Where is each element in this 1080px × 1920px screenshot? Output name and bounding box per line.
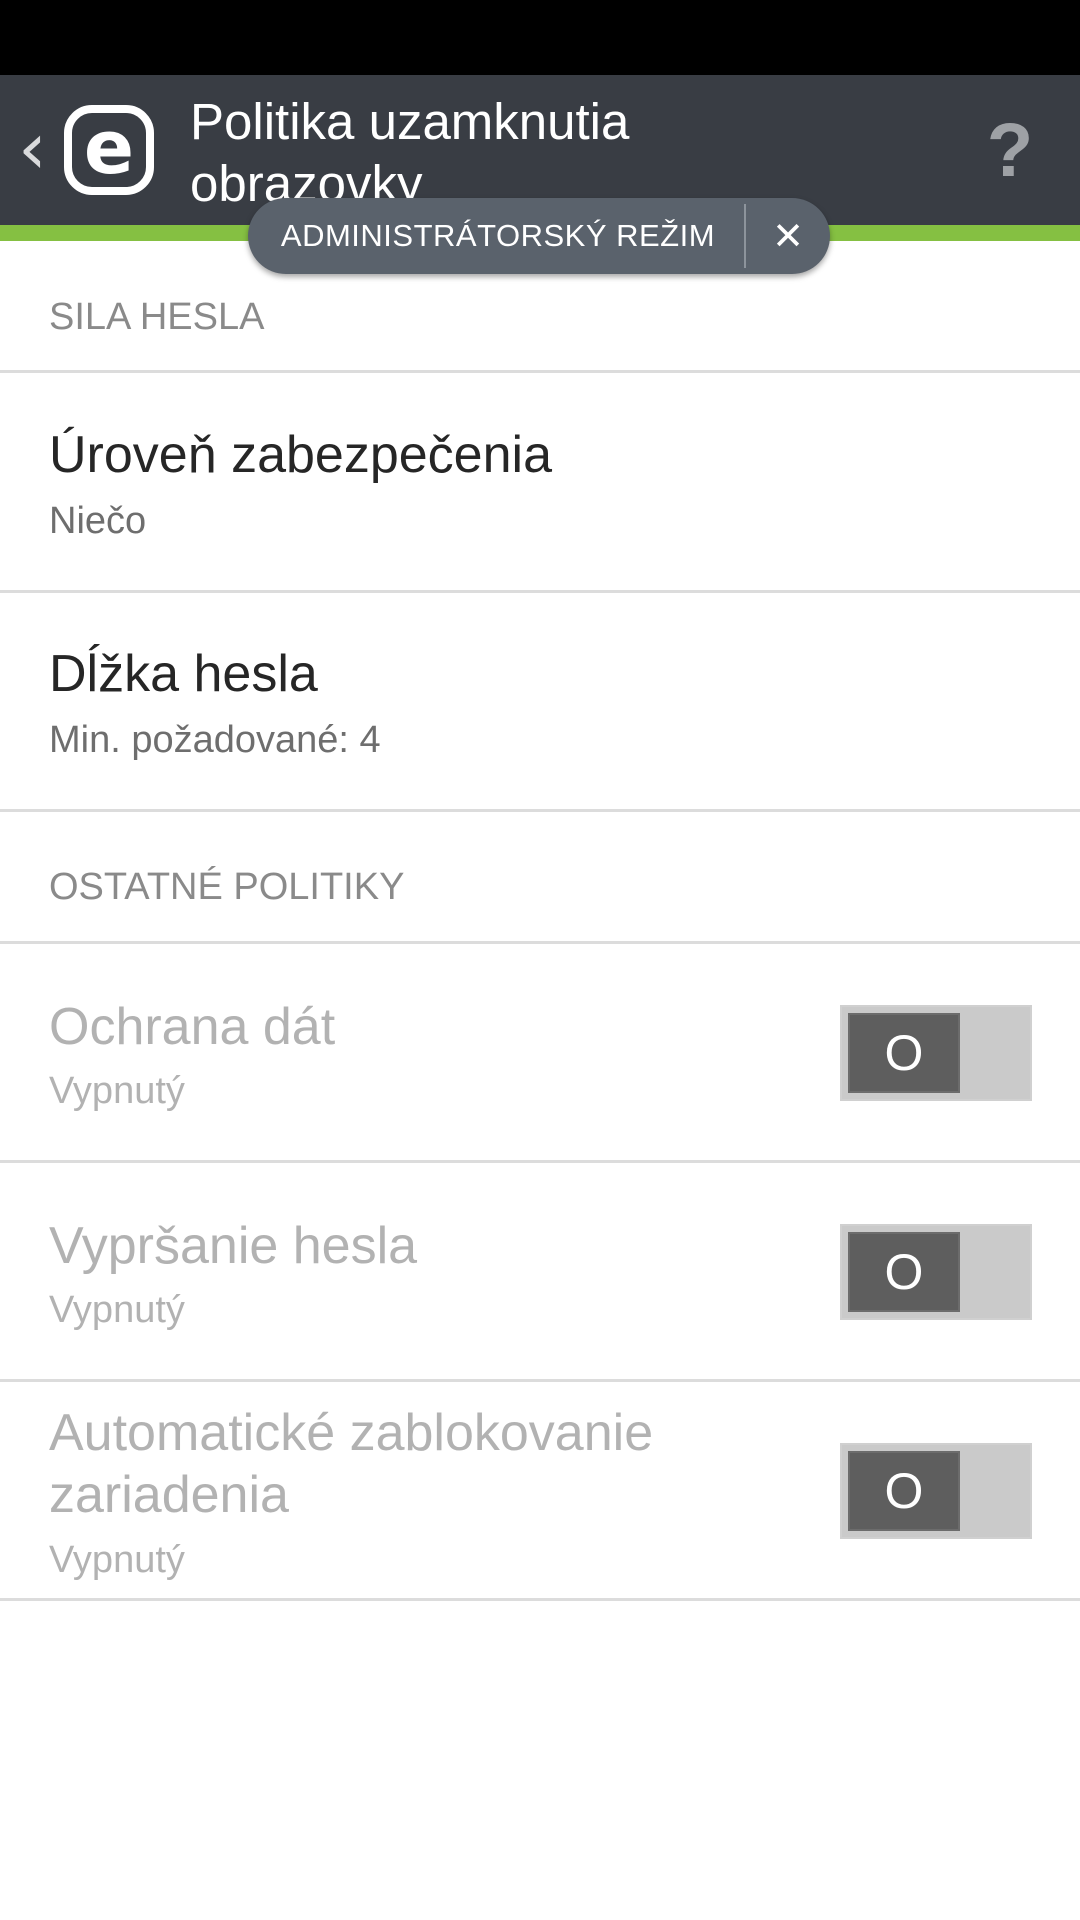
divider	[0, 1598, 1080, 1601]
app-logo-icon[interactable]: e	[64, 105, 154, 195]
divider	[0, 1160, 1080, 1163]
pref-title: Ochrana dát	[49, 998, 336, 1056]
auto-lock-toggle[interactable]: O	[840, 1443, 1032, 1539]
close-icon[interactable]: ✕	[746, 198, 830, 274]
page-title: Politika uzamknutia obrazovky	[190, 93, 630, 212]
admin-mode-banner: ADMINISTRÁTORSKÝ REŽIM ✕	[248, 198, 830, 274]
divider	[0, 370, 1080, 373]
toggle-knob: O	[848, 1013, 960, 1093]
divider	[0, 941, 1080, 944]
pref-title: Vypršanie hesla	[49, 1217, 418, 1275]
password-expiration-toggle[interactable]: O	[840, 1224, 1032, 1320]
pref-summary: Vypnutý	[49, 1070, 185, 1112]
toggle-knob: O	[848, 1232, 960, 1312]
pref-summary: Vypnutý	[49, 1289, 185, 1331]
pref-title: Úroveň zabezpečenia	[49, 426, 552, 484]
divider	[0, 1379, 1080, 1382]
help-icon[interactable]: ?	[980, 111, 1040, 191]
chevron-left-icon[interactable]: ‹	[18, 112, 58, 184]
status-bar	[0, 0, 1080, 75]
admin-mode-label[interactable]: ADMINISTRÁTORSKÝ REŽIM	[248, 198, 748, 274]
divider	[0, 809, 1080, 812]
app-logo-letter: e	[83, 105, 135, 191]
divider	[0, 590, 1080, 593]
pref-summary: Niečo	[49, 500, 147, 542]
pref-summary: Min. požadované: 4	[49, 719, 381, 761]
section-header-password-strength: SILA HESLA	[49, 296, 265, 338]
toggle-knob: O	[848, 1451, 960, 1531]
pref-title: Dĺžka hesla	[49, 645, 318, 703]
data-protection-toggle[interactable]: O	[840, 1005, 1032, 1101]
section-header-other-policies: OSTATNÉ POLITIKY	[49, 866, 405, 908]
pref-summary: Vypnutý	[49, 1539, 185, 1581]
pref-title: Automatické zablokovanie zariadenia	[49, 1404, 654, 1524]
